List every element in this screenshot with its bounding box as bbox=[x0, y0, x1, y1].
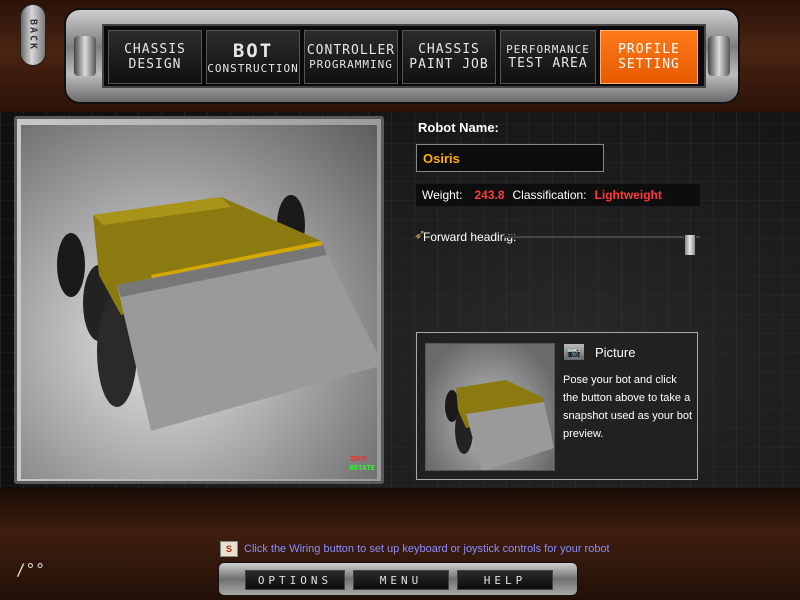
tab-label-line1: BOT bbox=[232, 39, 274, 62]
picture-description: Pose your bot and click the button above… bbox=[563, 374, 693, 440]
tab-label-line1: CONTROLLER bbox=[306, 43, 396, 58]
tab-label-line2: TEST AREA bbox=[508, 56, 588, 71]
help-button[interactable]: HELP bbox=[457, 570, 553, 590]
tab-bot-construction[interactable]: BOT CONSTRUCTION bbox=[206, 30, 300, 84]
tab-chassis-design[interactable]: CHASSIS DESIGN bbox=[108, 30, 202, 84]
back-button-label: BACK bbox=[27, 18, 39, 52]
classification-label: Classification: bbox=[512, 188, 587, 202]
frame-bolt-left bbox=[74, 36, 96, 76]
menu-button[interactable]: MENU bbox=[353, 570, 449, 590]
zoom-rotate-legend: ZOOM ROTATE bbox=[350, 455, 375, 473]
take-picture-button[interactable]: 📷 bbox=[563, 343, 585, 361]
tab-label-line1: CHASSIS bbox=[124, 42, 186, 57]
back-button[interactable]: BACK bbox=[20, 4, 46, 66]
tab-performance-test-area[interactable]: PERFORMANCE TEST AREA bbox=[500, 30, 596, 84]
wheel-back-left bbox=[57, 233, 85, 297]
forward-heading-slider-thumb[interactable] bbox=[684, 234, 696, 256]
tab-controller-programming[interactable]: CONTROLLER PROGRAMMING bbox=[304, 30, 398, 84]
tab-label-line1: CHASSIS bbox=[418, 42, 480, 57]
options-button[interactable]: OPTIONS bbox=[245, 570, 345, 590]
tab-profile-setting[interactable]: PROFILE SETTING bbox=[600, 30, 698, 84]
bot-preview-thumbnail bbox=[425, 343, 555, 471]
tab-label-line1: PROFILE bbox=[618, 42, 680, 57]
tab-label-line2: PAINT JOB bbox=[409, 57, 489, 72]
wiring-hint-icon: S bbox=[220, 541, 238, 557]
bottom-nav-frame: OPTIONS MENU HELP bbox=[218, 562, 578, 596]
forward-heading-control: ➶ Forward heading: bbox=[414, 226, 704, 256]
robot-name-input[interactable]: Osiris bbox=[416, 144, 604, 172]
classification-value: Lightweight bbox=[594, 188, 662, 202]
weight-value: 243.8 bbox=[474, 188, 505, 202]
wiring-hint-text: Click the Wiring button to set up keyboa… bbox=[244, 543, 610, 555]
robot-model-view[interactable]: ZOOM ROTATE bbox=[21, 125, 377, 479]
tab-label-line2: SETTING bbox=[618, 57, 680, 72]
forward-heading-label: Forward heading: bbox=[423, 230, 517, 244]
stats-row: Weight: 243.8 Classification: Lightweigh… bbox=[416, 184, 700, 206]
tab-label-line2: PROGRAMMING bbox=[309, 58, 393, 71]
zoom-label: ZOOM bbox=[349, 455, 367, 463]
robot-model-graphic bbox=[57, 195, 377, 431]
forward-heading-slider[interactable] bbox=[504, 234, 700, 256]
tab-label-line2: CONSTRUCTION bbox=[207, 61, 299, 75]
picture-panel: 📷 Picture Pose your bot and click the bu… bbox=[416, 332, 698, 480]
tab-chassis-paint-job[interactable]: CHASSIS PAINT JOB bbox=[402, 30, 496, 84]
tab-label-line2: DESIGN bbox=[128, 57, 182, 72]
picture-label: Picture bbox=[595, 345, 636, 360]
thumb-plow bbox=[466, 402, 554, 470]
camera-icon: 📷 bbox=[567, 346, 581, 359]
rotate-label: ROTATE bbox=[349, 464, 375, 472]
weight-label: Weight: bbox=[422, 188, 463, 202]
game-logo-icon: /°° bbox=[16, 560, 45, 579]
robot-name-label: Robot Name: bbox=[418, 120, 499, 135]
wiring-hint-link[interactable]: S Click the Wiring button to set up keyb… bbox=[220, 541, 610, 557]
tab-label-line1: PERFORMANCE bbox=[506, 43, 590, 56]
main-nav-tabs: CHASSIS DESIGN BOT CONSTRUCTION CONTROLL… bbox=[102, 24, 706, 88]
robot-3d-viewport[interactable]: ZOOM ROTATE bbox=[14, 116, 384, 484]
main-nav-frame: CHASSIS DESIGN BOT CONSTRUCTION CONTROLL… bbox=[64, 8, 740, 104]
bot-preview-graphic bbox=[445, 380, 554, 470]
frame-bolt-right bbox=[708, 36, 730, 76]
